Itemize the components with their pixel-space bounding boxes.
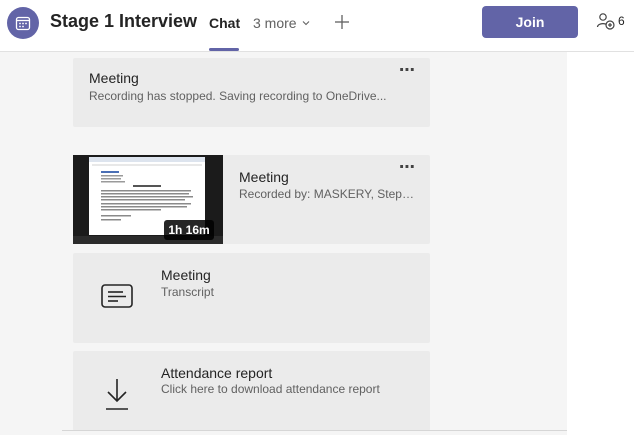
divider <box>62 430 567 431</box>
card-title: Attendance report <box>161 365 273 381</box>
transcript-icon <box>101 284 133 308</box>
card-subtitle: Recorded by: MASKERY, Stepha... <box>239 187 419 201</box>
join-button[interactable]: Join <box>482 6 578 38</box>
calendar-icon[interactable] <box>7 7 39 39</box>
participant-count: 6 <box>618 14 625 28</box>
duration-badge: 1h 16m <box>164 220 214 240</box>
tab-chat[interactable]: Chat <box>209 15 240 31</box>
card-subtitle: Click here to download attendance report <box>161 382 380 396</box>
more-options-icon[interactable]: ⋯ <box>399 60 416 80</box>
chevron-down-icon <box>302 21 309 26</box>
transcript-card[interactable]: Meeting Transcript <box>73 253 430 343</box>
more-options-icon[interactable]: ⋯ <box>399 157 416 177</box>
card-subtitle: Transcript <box>161 285 214 299</box>
meeting-title: Stage 1 Interview <box>50 11 198 31</box>
download-icon <box>106 379 128 410</box>
header-bar: Stage 1 Interview Chat 3 more Join 6 <box>0 0 634 52</box>
participants-button[interactable]: 6 <box>596 12 625 30</box>
right-gutter <box>567 52 634 435</box>
tab-more[interactable]: 3 more <box>253 15 311 31</box>
left-gutter <box>0 52 62 435</box>
recording-status-card[interactable]: Meeting Recording has stopped. Saving re… <box>73 58 430 127</box>
active-tab-indicator <box>209 48 239 51</box>
tab-more-label: 3 more <box>253 15 297 31</box>
card-title: Meeting <box>239 169 289 185</box>
card-title: Meeting <box>161 267 211 283</box>
add-tab-icon[interactable] <box>333 13 351 31</box>
card-title: Meeting <box>89 70 139 86</box>
card-subtitle: Recording has stopped. Saving recording … <box>89 89 387 103</box>
attendance-report-card[interactable]: Attendance report Click here to download… <box>73 351 430 431</box>
people-add-icon <box>596 13 615 30</box>
